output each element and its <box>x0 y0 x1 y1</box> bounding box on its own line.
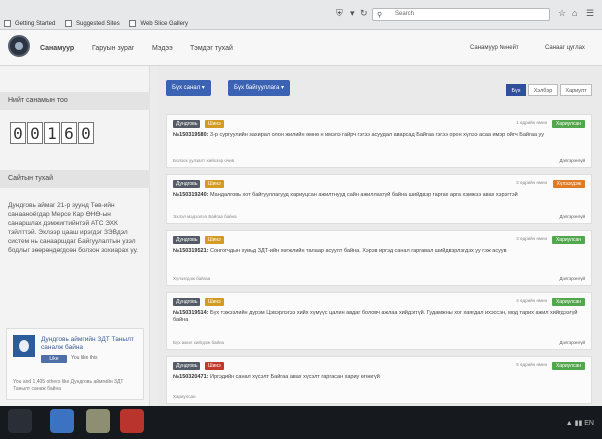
browser-toolbar: Getting Started Suggested Sites Web Slic… <box>0 0 602 30</box>
item-time: 1 өдрийн өмнө <box>516 120 547 125</box>
location-tag: Дундговь <box>173 236 201 244</box>
filter-all[interactable]: Бүх <box>506 84 526 96</box>
screen: Getting Started Suggested Sites Web Slic… <box>0 0 602 439</box>
refresh-icon[interactable]: ↻ <box>360 8 368 19</box>
bookmark-web-slice-gallery[interactable]: Web Slice Gallery <box>129 20 192 27</box>
visitors-title: Нийт санамын тоо <box>0 92 150 110</box>
item-text: №150319240: Мандалговь хот байгууллагууд… <box>173 192 518 198</box>
list-item[interactable]: Дундговь Шинэ 4 өдрийн өмнө Хариулсан №1… <box>166 292 592 350</box>
list-item[interactable]: Дундговь Шинэ 1 өдрийн өмнө Хариулсан №1… <box>166 114 592 168</box>
facebook-footer-text: You and 1,405 others like Дундговь аймги… <box>13 379 124 392</box>
bookmarks-bar: Getting Started Suggested Sites Web Slic… <box>4 20 196 27</box>
all-organizations-button[interactable]: Бүх байгууллага ▾ <box>228 80 291 96</box>
category-tag: Шинэ <box>205 120 224 128</box>
about-title: Сайтын тухай <box>0 170 150 188</box>
item-details-link[interactable]: Дэлгэрэнгүй <box>560 276 586 281</box>
search-placeholder: Search <box>395 11 415 17</box>
menu-icon[interactable]: ☰ <box>586 8 594 19</box>
item-text: №150319580: 3-р сургуулийн захирал олон … <box>173 132 545 138</box>
item-footer: Хүлээгдэж байгаа <box>173 276 211 281</box>
sidebar: Нийт санамын тоо 00160 Сайтын тухай Дунд… <box>0 66 150 406</box>
facebook-page-title[interactable]: Дундговь аймгийн ЗДТ Танылт саналж байна <box>41 336 141 352</box>
taskbar-app-explorer-icon[interactable] <box>86 409 110 433</box>
about-text: Дундговь аймаг 21-р зуунд Төв-ийн санаан… <box>8 202 138 254</box>
search-box[interactable]: ⚲ Search <box>372 8 550 21</box>
facebook-widget: Дундговь аймгийн ЗДТ Танылт саналж байна… <box>6 328 144 400</box>
main-content: Бүх санал ▾ Бүх байгууллага ▾ Бүх Хэлбэр… <box>158 66 602 406</box>
bookmark-icon <box>129 20 137 27</box>
location-tag: Дундговь <box>173 180 201 188</box>
dropdown-icon[interactable]: ▾ <box>350 8 355 19</box>
nav-item-about[interactable]: Тэмдэг тухай <box>190 45 233 52</box>
status-badge: Хариулсан <box>551 236 585 244</box>
category-tag: Шинэ <box>205 180 224 188</box>
nav-item-map[interactable]: Гаруын зураг <box>92 45 134 52</box>
item-details-link[interactable]: Дэлгэрэнгүй <box>560 340 586 345</box>
bookmark-icon <box>4 20 11 27</box>
category-tag: Шинэ <box>205 362 224 370</box>
facebook-page-logo[interactable] <box>13 335 35 357</box>
item-footer: Хариулсан <box>173 394 196 399</box>
search-icon: ⚲ <box>377 12 383 19</box>
nav-item-submit[interactable]: Санааг цуглах <box>545 45 585 51</box>
star-icon[interactable]: ☆ <box>558 8 566 19</box>
location-tag: Дундговь <box>173 298 201 306</box>
bookmark-icon <box>65 20 73 27</box>
category-tag: Шинэ <box>205 236 224 244</box>
item-time: 3 өдрийн өмнө <box>516 236 547 241</box>
list-item[interactable]: Дундговь Шинэ 3 өдрийн өмнө Хариулсан №1… <box>166 230 592 286</box>
item-footer: Бүх ажил хийгдэж байна <box>173 340 225 345</box>
system-tray[interactable]: ▲ ▮▮ EN <box>566 419 594 427</box>
filter-type[interactable]: Хэлбэр <box>528 84 558 96</box>
nav-item-stats[interactable]: Санамуур №нейт <box>470 45 519 51</box>
counter-digit: 0 <box>78 122 94 144</box>
category-tag: Шинэ <box>205 298 224 306</box>
status-badge: Хариулсан <box>551 362 585 370</box>
shield-icon[interactable]: ⛨ <box>336 8 343 19</box>
bookmark-suggested-sites[interactable]: Suggested Sites <box>65 20 124 27</box>
counter-digit: 0 <box>10 122 26 144</box>
site-navbar: Санамуур Гаруын зураг Мэдээ Тэмдэг тухай… <box>0 30 602 66</box>
visitor-counter: 00160 <box>10 122 95 144</box>
bookmark-getting-started[interactable]: Getting Started <box>4 20 59 27</box>
item-time: 5 өдрийн өмнө <box>516 362 547 367</box>
counter-digit: 1 <box>44 122 60 144</box>
taskbar-app-media-icon[interactable] <box>120 409 144 433</box>
status-badge: Хариулсан <box>551 298 585 306</box>
counter-digit: 6 <box>61 122 77 144</box>
counter-digit: 0 <box>27 122 43 144</box>
item-text: №150320471: Иргэдийн санал хүсэлт Байгаа… <box>173 374 380 380</box>
taskbar: ▲ ▮▮ EN <box>0 406 602 439</box>
list-item[interactable]: Дундговь Шинэ 2 өдрийн өмнө Хүлээгдэж №1… <box>166 174 592 224</box>
item-details-link[interactable]: Дэлгэрэнгүй <box>560 214 586 219</box>
nav-item-news[interactable]: Мэдээ <box>152 45 173 52</box>
site-logo[interactable] <box>8 35 30 57</box>
taskbar-app-ie-icon[interactable] <box>50 409 74 433</box>
location-tag: Дундговь <box>173 120 201 128</box>
item-text: №150319521: Сонгогчдын хувьд ЗДТ-ийн хөг… <box>173 248 507 254</box>
status-badge: Хүлээгдэж <box>552 180 585 188</box>
filter-answered[interactable]: Хариулт <box>560 84 592 96</box>
status-badge: Хариулсан <box>551 120 585 128</box>
all-suggestions-button[interactable]: Бүх санал ▾ <box>166 80 211 96</box>
start-button[interactable] <box>8 409 32 433</box>
item-time: 4 өдрийн өмнө <box>516 298 547 303</box>
item-footer: Эхлэл мэдээлэл Байгаа байна <box>173 214 237 219</box>
facebook-like-button[interactable]: Like <box>41 355 67 363</box>
input-language: EN <box>584 420 594 427</box>
item-time: 2 өдрийн өмнө <box>516 180 547 185</box>
facebook-like-count: You like this <box>71 355 98 361</box>
location-tag: Дундговь <box>173 362 201 370</box>
home-icon[interactable]: ⌂ <box>572 8 577 18</box>
item-footer: Болзох уулзалт хийхээр очив <box>173 158 235 163</box>
item-details-link[interactable]: Дэлгэрэнгүй <box>560 158 586 163</box>
nav-item-home[interactable]: Санамуур <box>40 45 74 52</box>
list-item[interactable]: Дундговь Шинэ 5 өдрийн өмнө Хариулсан №1… <box>166 356 592 404</box>
item-text: №150319514: Бүх тэжээлийн дүрэм Цэвэрлэг… <box>173 310 578 323</box>
